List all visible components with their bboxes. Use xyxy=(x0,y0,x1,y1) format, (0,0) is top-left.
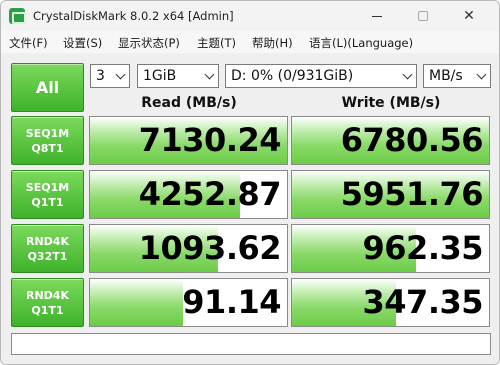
read-result-rnd4k-q1t1: 91.14 xyxy=(89,278,288,327)
test-button-seq1m-q1t1[interactable]: SEQ1M Q1T1 xyxy=(11,170,84,219)
test-count-select[interactable]: 3 xyxy=(90,64,130,88)
test-name-line2: Q32T1 xyxy=(27,249,68,263)
test-name-line2: Q1T1 xyxy=(31,195,64,209)
test-name-line1: SEQ1M xyxy=(25,126,70,140)
read-value: 4252.87 xyxy=(138,175,282,213)
chevron-down-icon xyxy=(205,71,215,81)
menu-bar: 文件(F) 设置(S) 显示状态(P) 主题(T) 帮助(H) 语言(L)(La… xyxy=(1,31,499,53)
test-count-value: 3 xyxy=(96,68,105,84)
read-value: 1093.62 xyxy=(138,229,282,267)
test-button-seq1m-q8t1[interactable]: SEQ1M Q8T1 xyxy=(11,116,84,165)
test-name-line2: Q1T1 xyxy=(31,303,64,317)
drive-value: D: 0% (0/931GiB) xyxy=(231,68,354,84)
close-button[interactable]: ✕ xyxy=(446,1,492,31)
test-size-select[interactable]: 1GiB xyxy=(137,64,219,88)
test-name-line2: Q8T1 xyxy=(31,141,64,155)
menu-profile[interactable]: 显示状态(P) xyxy=(118,35,180,51)
close-icon: ✕ xyxy=(463,8,475,24)
app-icon xyxy=(9,8,26,24)
unit-select[interactable]: MB/s xyxy=(423,64,491,88)
window-title: CrystalDiskMark 8.0.2 x64 [Admin] xyxy=(33,9,234,23)
write-result-rnd4k-q1t1: 347.35 xyxy=(291,278,490,327)
write-result-seq1m-q1t1: 5951.76 xyxy=(291,170,490,219)
minimize-icon xyxy=(372,15,382,17)
menu-help[interactable]: 帮助(H) xyxy=(252,35,293,51)
write-value: 347.35 xyxy=(362,283,484,321)
title-bar[interactable]: CrystalDiskMark 8.0.2 x64 [Admin] ✕ xyxy=(1,1,499,31)
read-result-seq1m-q1t1: 4252.87 xyxy=(89,170,288,219)
maximize-icon xyxy=(418,11,428,21)
unit-value: MB/s xyxy=(429,68,463,84)
write-value: 962.35 xyxy=(362,229,484,267)
read-column-header: Read (MB/s) xyxy=(141,95,237,111)
minimize-button[interactable] xyxy=(354,1,400,31)
read-result-rnd4k-q32t1: 1093.62 xyxy=(89,224,288,273)
menu-file[interactable]: 文件(F) xyxy=(9,35,48,51)
test-button-rnd4k-q1t1[interactable]: RND4K Q1T1 xyxy=(11,278,84,327)
write-value: 5951.76 xyxy=(340,175,484,213)
test-name-line1: RND4K xyxy=(26,288,69,302)
menu-settings[interactable]: 设置(S) xyxy=(63,35,102,51)
read-level-bar xyxy=(90,279,183,326)
menu-language[interactable]: 语言(L)(Language) xyxy=(309,35,413,51)
maximize-button[interactable] xyxy=(400,1,446,31)
read-result-seq1m-q8t1: 7130.24 xyxy=(89,116,288,165)
chevron-down-icon xyxy=(477,71,487,81)
write-column-header: Write (MB/s) xyxy=(341,95,441,111)
write-result-rnd4k-q32t1: 962.35 xyxy=(291,224,490,273)
test-size-value: 1GiB xyxy=(143,68,177,84)
test-button-rnd4k-q32t1[interactable]: RND4K Q32T1 xyxy=(11,224,84,273)
read-value: 91.14 xyxy=(182,283,281,321)
chevron-down-icon xyxy=(403,71,413,81)
crystaldiskmark-window: CrystalDiskMark 8.0.2 x64 [Admin] ✕ 文件(F… xyxy=(0,0,500,365)
write-result-seq1m-q8t1: 6780.56 xyxy=(291,116,490,165)
menu-theme[interactable]: 主题(T) xyxy=(197,35,236,51)
chevron-down-icon xyxy=(116,71,126,81)
write-value: 6780.56 xyxy=(340,121,484,159)
test-name-line1: SEQ1M xyxy=(25,180,70,194)
comment-field[interactable] xyxy=(11,333,491,355)
test-name-line1: RND4K xyxy=(26,234,69,248)
all-button[interactable]: All xyxy=(11,63,84,112)
drive-select[interactable]: D: 0% (0/931GiB) xyxy=(225,64,417,88)
read-value: 7130.24 xyxy=(138,121,282,159)
